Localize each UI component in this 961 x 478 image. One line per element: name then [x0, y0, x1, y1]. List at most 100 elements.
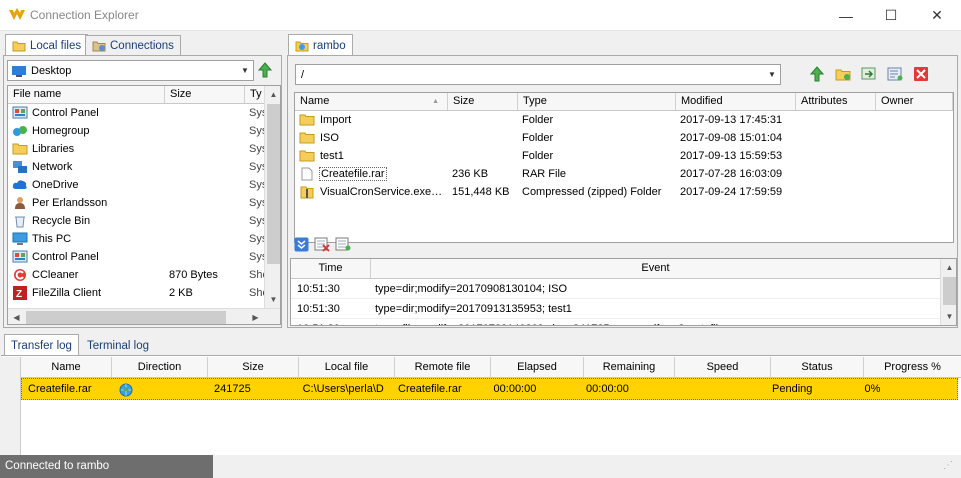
event-text: type=dir;modify=20170908130104; ISO	[375, 282, 568, 295]
clear-log-button[interactable]	[313, 235, 331, 253]
local-file-row[interactable]: CCleaner 870 Bytes Sho	[8, 266, 280, 284]
local-file-row[interactable]: Control Panel Sys	[8, 248, 280, 266]
event-log-rows: 10:51:30 type=dir;modify=20170908130104; …	[291, 279, 956, 326]
local-file-row[interactable]: This PC Sys	[8, 230, 280, 248]
column-header-name[interactable]: Name ▲	[295, 93, 448, 110]
column-header-elapsed[interactable]: Elapsed	[491, 357, 584, 377]
local-file-name-cell: Control Panel	[8, 250, 165, 264]
column-header-size[interactable]: Size	[448, 93, 518, 110]
resize-grip-icon[interactable]: ⋰	[943, 460, 959, 476]
remote-file-row[interactable]: Import Folder 2017-09-13 17:45:31	[295, 111, 953, 129]
export-log-button[interactable]	[334, 235, 352, 253]
column-header-remote-file[interactable]: Remote file	[395, 357, 491, 377]
event-log-row[interactable]: 10:51:30 type=dir;modify=20170908130104; …	[291, 279, 956, 299]
local-files-vscroll[interactable]: ▲ ▼	[264, 86, 280, 308]
local-file-name: This PC	[32, 233, 72, 245]
event-time: 10:51:30	[297, 302, 340, 315]
column-header-status[interactable]: Status	[771, 357, 864, 377]
scroll-down-icon[interactable]: ▼	[265, 291, 280, 308]
column-header-size[interactable]: Size	[165, 86, 245, 103]
window-title: Connection Explorer	[30, 8, 139, 22]
local-file-row[interactable]: Z FileZilla Client 2 KB Sho	[8, 284, 280, 302]
local-file-name-cell: Per Erlandsson	[8, 196, 165, 210]
column-header-time[interactable]: Time	[291, 259, 371, 278]
local-file-row[interactable]: Homegroup Sys	[8, 122, 280, 140]
remote-file-name-cell: ISO	[295, 131, 448, 145]
event-log-row[interactable]: 10:51:30type=file;modify=20170728140309;…	[291, 319, 956, 326]
transfer-direction	[113, 379, 209, 400]
scroll-thumb[interactable]	[26, 311, 226, 324]
local-file-name-cell: This PC	[8, 232, 165, 246]
remote-path-dropdown[interactable]: / ▼	[295, 64, 781, 85]
local-files-hscroll[interactable]: ◀ ▶	[8, 308, 280, 324]
local-file-row[interactable]: Network Sys	[8, 158, 280, 176]
parent-folder-button[interactable]	[256, 61, 274, 79]
remote-file-modified: 2017-09-13 17:45:31	[680, 114, 783, 126]
column-header-direction[interactable]: Direction	[112, 357, 208, 377]
column-header-progress[interactable]: Progress %	[864, 357, 961, 377]
delete-button[interactable]	[912, 65, 930, 83]
column-header-name[interactable]: Name	[21, 357, 112, 377]
column-header-remaining[interactable]: Remaining	[584, 357, 675, 377]
column-header-event[interactable]: Event	[371, 259, 940, 278]
column-header-speed[interactable]: Speed	[675, 357, 771, 377]
transfer-status: Pending	[772, 383, 813, 395]
local-files-rows: Control Panel Sys Homegroup Sys Libraries Sys…	[8, 104, 280, 302]
column-header-owner[interactable]: Owner	[876, 93, 953, 110]
homegroup-icon	[12, 124, 32, 138]
column-header-type[interactable]: Ty	[245, 86, 266, 103]
local-file-row[interactable]: Control Panel Sys	[8, 104, 280, 122]
scroll-left-icon[interactable]: ◀	[8, 309, 25, 324]
scroll-right-icon[interactable]: ▶	[247, 309, 264, 324]
left-pane: Desktop ▼ File name Size Ty Control Pane…	[3, 55, 282, 328]
scroll-up-icon[interactable]: ▲	[941, 259, 956, 276]
column-header-file-name[interactable]: File name	[8, 86, 165, 103]
remote-file-modified: 2017-07-28 16:03:09	[680, 168, 783, 180]
refresh-button[interactable]	[860, 65, 878, 83]
tab-connections[interactable]: Connections	[85, 35, 181, 56]
scroll-up-icon[interactable]: ▲	[265, 86, 280, 103]
close-button[interactable]: ✕	[914, 0, 960, 31]
row-indicator-column	[1, 357, 21, 456]
local-file-row[interactable]: Recycle Bin Sys	[8, 212, 280, 230]
parent-folder-button[interactable]	[808, 65, 826, 83]
local-file-type: Sys	[249, 161, 266, 173]
event-log-row[interactable]: 10:51:30 type=dir;modify=20170913135953; …	[291, 299, 956, 319]
local-file-type: Sho	[249, 287, 266, 299]
new-folder-button[interactable]	[834, 65, 852, 83]
remote-file-row[interactable]: Createfile.rar 236 KB RAR File 2017-07-28 1…	[295, 165, 953, 183]
column-header-type[interactable]: Type	[518, 93, 676, 110]
local-file-row[interactable]: Libraries Sys	[8, 140, 280, 158]
scroll-down-icon[interactable]: ▼	[941, 308, 956, 325]
column-header-local-file[interactable]: Local file	[299, 357, 395, 377]
maximize-button[interactable]: ☐	[868, 0, 914, 31]
remote-file-row[interactable]: test1 Folder 2017-09-13 15:59:53	[295, 147, 953, 165]
local-file-row[interactable]: Per Erlandsson Sys	[8, 194, 280, 212]
tab-transfer-log[interactable]: Transfer log	[4, 334, 79, 356]
remote-file-size: 236 KB	[452, 168, 489, 180]
ccleaner-icon	[12, 268, 32, 282]
column-header-modified[interactable]: Modified	[676, 93, 796, 110]
clear-log-icon	[314, 237, 330, 252]
location-dropdown[interactable]: Desktop ▼	[7, 60, 254, 81]
remote-file-name: VisualCronService.exe.7...	[320, 186, 444, 198]
remote-file-row[interactable]: ISO Folder 2017-09-08 15:01:04	[295, 129, 953, 147]
tab-rambo[interactable]: rambo	[288, 34, 353, 56]
double-chevron-down-icon	[294, 237, 308, 251]
tab-terminal-log[interactable]: Terminal log	[80, 335, 156, 356]
tab-local-files[interactable]: Local files	[5, 34, 89, 56]
minimize-button[interactable]: —	[823, 0, 869, 31]
properties-button[interactable]	[886, 65, 904, 83]
local-file-name: Control Panel	[32, 107, 99, 119]
local-file-name: Network	[32, 161, 73, 173]
local-file-row[interactable]: OneDrive Sys	[8, 176, 280, 194]
column-header-attributes[interactable]: Attributes	[796, 93, 876, 110]
remote-file-row[interactable]: VisualCronService.exe.7... 151,448 KB Comp…	[295, 183, 953, 201]
column-header-size[interactable]: Size	[208, 357, 299, 377]
event-log-vscroll[interactable]: ▲ ▼	[940, 259, 956, 325]
remote-file-type: Folder	[522, 114, 554, 126]
scroll-thumb[interactable]	[267, 104, 280, 264]
scroll-thumb[interactable]	[943, 277, 956, 305]
collapse-log-button[interactable]	[292, 235, 310, 253]
transfer-row[interactable]: Createfile.rar 241725 C:\Users\perla\D C…	[21, 378, 958, 400]
